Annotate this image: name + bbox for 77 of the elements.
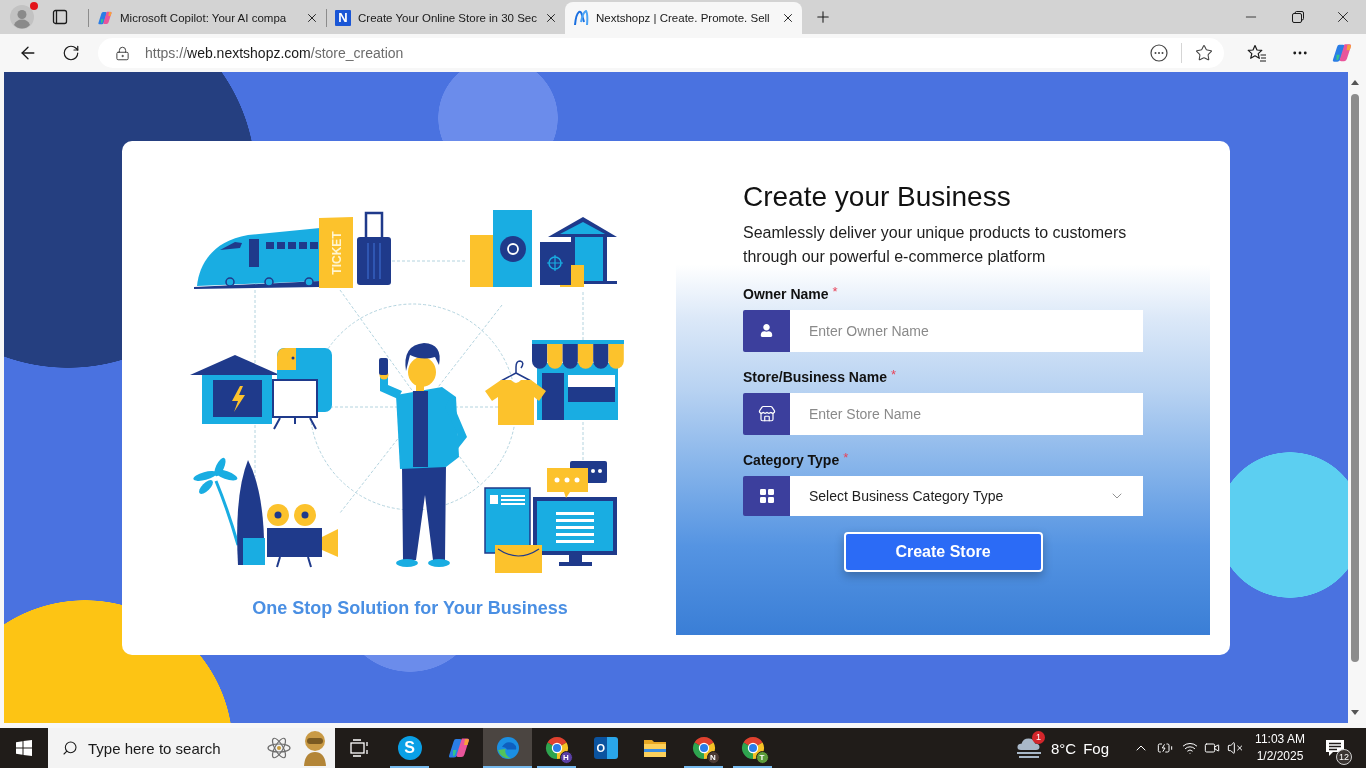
folder-icon (642, 738, 667, 758)
close-tab-icon[interactable] (305, 11, 319, 25)
url-text[interactable]: https://web.nextshopz.com/store_creation (145, 45, 404, 61)
atom-icon (267, 736, 291, 760)
required-asterisk: * (890, 367, 896, 384)
reload-icon[interactable] (62, 44, 80, 62)
cup-drawing (243, 537, 265, 565)
taskbar-button[interactable]: N (679, 728, 728, 768)
field-label: Owner Name (743, 284, 829, 303)
favorites-icon[interactable] (1247, 43, 1267, 63)
scroll-up-icon[interactable] (1351, 80, 1359, 85)
wifi-icon[interactable] (1182, 740, 1198, 756)
ring-browser-icon (740, 736, 765, 760)
browser-tab[interactable]: Microsoft Copilot: Your AI compa (89, 2, 326, 34)
passport-drawing (540, 241, 584, 287)
storefront-icon (743, 392, 790, 435)
document-drawing (484, 486, 531, 554)
tab-actions-icon[interactable] (52, 9, 68, 25)
wave-browser-icon (495, 736, 520, 760)
form-title: Create your Business (743, 180, 1012, 213)
whiteboard-drawing (272, 378, 318, 430)
field-label: Category Type (743, 450, 840, 469)
temperature-text[interactable]: 8°C (1050, 739, 1077, 757)
field-label: Store/Business Name (743, 367, 887, 386)
close-tab-icon[interactable] (781, 11, 795, 25)
text-input-field[interactable]: Enter Store Name (790, 392, 1143, 435)
mail-app-logo: O (593, 737, 618, 759)
scroll-down-icon[interactable] (1351, 710, 1359, 715)
scrollbar-thumb[interactable] (1351, 94, 1359, 662)
weather-condition-text[interactable]: Fog (1083, 739, 1109, 757)
ticket-drawing (319, 216, 353, 288)
alert-badge: 1 (1031, 731, 1045, 744)
video-camera-icon[interactable] (1204, 740, 1220, 756)
start-icon[interactable] (16, 740, 32, 756)
ticket-text: TICKET (330, 230, 344, 275)
t-shirt-drawing (485, 359, 546, 425)
movie-camera-drawing (267, 503, 338, 568)
person-icon (743, 309, 790, 352)
browser-tab[interactable]: Nextshopz | Create. Promote. Sell (565, 2, 802, 34)
search-input[interactable]: Type here to search (88, 739, 261, 757)
text-input-field[interactable]: Enter Owner Name (790, 309, 1143, 352)
muted-speaker-icon[interactable] (1227, 740, 1243, 756)
dropdown-select[interactable]: Select Business Category Type (790, 475, 1143, 516)
chat-bubble-drawing (547, 467, 588, 498)
search-icon (62, 740, 78, 756)
swirl-logo-icon[interactable] (1331, 42, 1353, 64)
taskbar-button[interactable]: H (532, 728, 581, 768)
swirl-logo-icon (446, 736, 471, 760)
site-logo: N (335, 10, 351, 26)
browser-tab[interactable]: N Create Your Online Store in 30 Sec (327, 2, 565, 34)
tagline: One Stop Solution for Your Business (252, 596, 568, 619)
notification-count: 12 (1336, 749, 1352, 765)
clock-date[interactable]: 1/2/2025 (1256, 748, 1304, 765)
swirl-logo-icon (97, 10, 113, 26)
grid-icon (743, 475, 790, 516)
battery-charging-icon[interactable] (1157, 740, 1173, 756)
required-asterisk: * (832, 284, 838, 301)
clock-time[interactable]: 11:03 AM (1255, 731, 1305, 748)
profile-avatar-icon[interactable] (10, 5, 34, 29)
envelope-drawing (495, 544, 542, 573)
ring-browser-icon (691, 736, 716, 760)
create-store-button[interactable]: Create Store (843, 531, 1043, 572)
form-subtitle: Seamlessly deliver your unique products to customers through our powerful e-commerce platform (743, 222, 1128, 267)
required-asterisk: * (843, 450, 849, 467)
taskbar-button[interactable]: O (581, 728, 630, 768)
task-view-icon (350, 739, 370, 757)
lock-icon[interactable] (115, 45, 130, 61)
ring-browser-icon (544, 736, 569, 760)
address-bar[interactable]: https://web.nextshopz.com/store_creation (98, 38, 1224, 68)
favorite-star-icon[interactable] (1195, 44, 1213, 62)
taskbar-search-field[interactable]: Type here to search (48, 728, 335, 768)
ellipsis-circle-icon[interactable] (1150, 44, 1168, 62)
new-tab-icon[interactable] (814, 8, 832, 26)
arc-logo-icon (573, 10, 589, 26)
restore-icon[interactable] (1292, 11, 1304, 23)
chat-app-logo: S (397, 736, 422, 760)
close-tab-icon[interactable] (544, 11, 558, 25)
